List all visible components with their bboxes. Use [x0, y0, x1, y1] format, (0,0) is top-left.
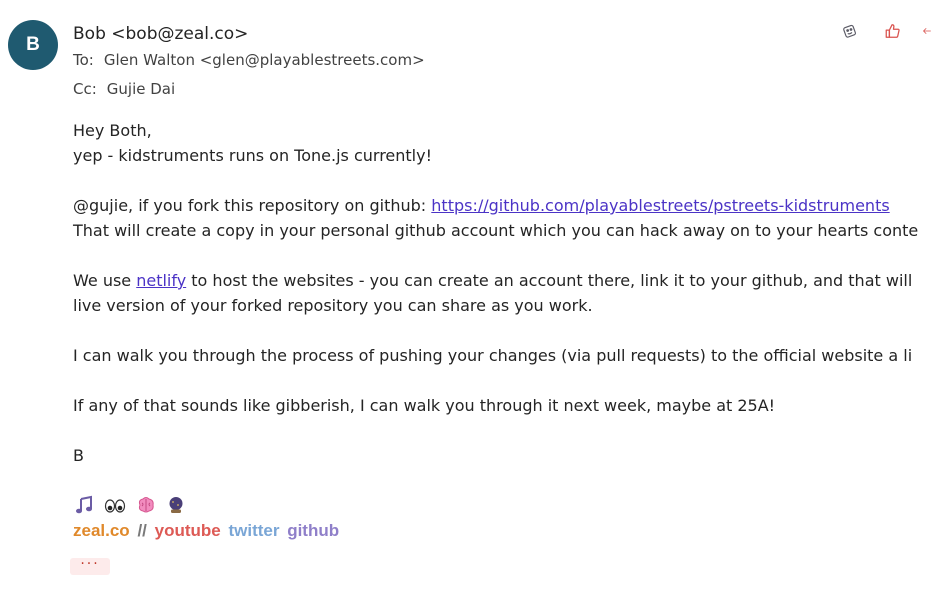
- signoff-text: B: [73, 446, 84, 465]
- signature-links: zeal.co // youtube twitter github: [73, 519, 342, 543]
- repo-link[interactable]: https://github.com/playablestreets/pstre…: [431, 196, 889, 215]
- signature-emojis: [74, 494, 196, 516]
- eyes-icon: [104, 495, 126, 515]
- sender-name[interactable]: Bob <bob@zeal.co>: [73, 22, 425, 46]
- sticker-icon[interactable]: [838, 18, 860, 44]
- message-actions: [816, 18, 932, 46]
- body-paragraph: @gujie, if you fork this repository on g…: [73, 193, 932, 218]
- reply-icon[interactable]: [922, 18, 932, 44]
- body-text: If any of that sounds like gibberish, I …: [73, 396, 776, 415]
- show-more-button[interactable]: ···: [70, 557, 110, 575]
- cc-recipient[interactable]: Gujie Dai: [107, 80, 175, 98]
- to-label: To:: [73, 51, 94, 69]
- sender-avatar[interactable]: B: [8, 20, 58, 70]
- music-note-icon: [74, 495, 94, 515]
- netlify-link[interactable]: netlify: [136, 271, 186, 290]
- body-text: I can walk you through the process of pu…: [73, 346, 913, 365]
- body-text: @gujie, if you fork this repository on g…: [73, 196, 432, 215]
- to-recipient[interactable]: Glen Walton <glen@playablestreets.com>: [104, 51, 425, 69]
- like-icon[interactable]: [882, 18, 904, 44]
- body-text: live version of your forked repository y…: [73, 296, 593, 315]
- body-text: We use: [73, 271, 137, 290]
- body-text: That will create a copy in your personal…: [73, 221, 919, 240]
- site-link[interactable]: zeal.co: [73, 521, 130, 540]
- twitter-link[interactable]: twitter: [228, 521, 279, 540]
- brain-icon: [136, 495, 156, 515]
- cc-line: Cc: Gujie Dai: [73, 75, 425, 104]
- cc-label: Cc:: [73, 80, 97, 98]
- body-text: to host the websites - you can create an…: [186, 271, 913, 290]
- crystal-ball-icon: [166, 495, 186, 515]
- greeting-text: Hey Both,: [73, 121, 152, 140]
- to-line: To: Glen Walton <glen@playablestreets.com…: [73, 46, 425, 75]
- body-text: yep - kidstruments runs on Tone.js curre…: [73, 146, 432, 165]
- message-header: Bob <bob@zeal.co> To: Glen Walton <glen@p…: [73, 22, 425, 104]
- message-body: Hey Both, yep - kidstruments runs on Ton…: [73, 118, 932, 468]
- github-link[interactable]: github: [287, 521, 339, 540]
- youtube-link[interactable]: youtube: [155, 521, 221, 540]
- signature-separator: //: [137, 521, 147, 540]
- body-paragraph: We use netlify to host the websites - yo…: [73, 268, 932, 293]
